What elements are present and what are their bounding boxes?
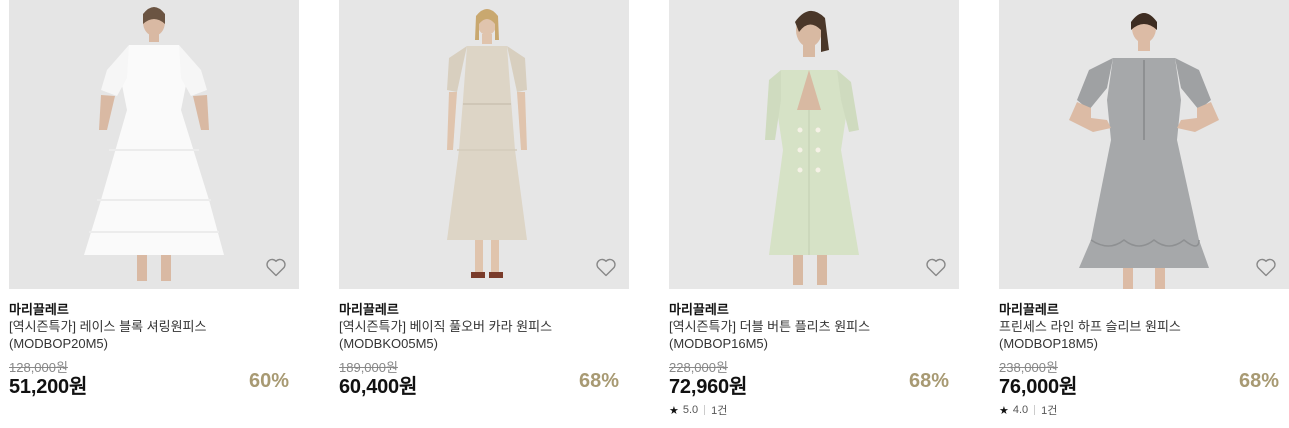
rating-score: 4.0 [1012, 404, 1029, 416]
rating-summary: ★ 5.0 1건 [669, 402, 727, 418]
wishlist-button[interactable] [924, 255, 948, 279]
discount-rate: 68% [1238, 370, 1279, 392]
brand-name: 마리끌레르 [999, 302, 1059, 317]
star-icon: ★ [999, 404, 1009, 417]
heart-outline-icon [1256, 258, 1276, 277]
sale-price: 76,000원 [999, 376, 1078, 398]
star-icon: ★ [669, 404, 679, 417]
product-image[interactable] [999, 0, 1289, 289]
brand-name: 마리끌레르 [669, 302, 729, 317]
heart-outline-icon [266, 258, 286, 277]
review-count: 1건 [711, 405, 728, 417]
brand-name: 마리끌레르 [339, 302, 399, 317]
dress-photo [999, 0, 1289, 289]
divider [1034, 405, 1036, 415]
discount-rate: 68% [908, 370, 949, 392]
heart-outline-icon [926, 258, 946, 277]
heart-outline-icon [596, 258, 616, 277]
divider [704, 405, 706, 415]
product-title[interactable]: [역시즌특가] 베이직 풀오버 카라 원피스 (MODBKO05M5) [339, 318, 619, 352]
dress-photo [339, 0, 629, 289]
brand-name: 마리끌레르 [9, 302, 69, 317]
rating-score: 5.0 [682, 404, 699, 416]
rating-summary: ★ 4.0 1건 [999, 402, 1057, 418]
product-title[interactable]: [역시즌특가] 레이스 블록 셔링원피스 (MODBOP20M5) [9, 318, 289, 352]
wishlist-button[interactable] [594, 255, 618, 279]
sale-price: 60,400원 [339, 376, 418, 398]
product-card[interactable]: 마리끌레르 [역시즌특가] 베이직 풀오버 카라 원피스 (MODBKO05M5… [339, 0, 629, 428]
wishlist-button[interactable] [264, 255, 288, 279]
product-image[interactable] [9, 0, 299, 289]
discount-rate: 68% [578, 370, 619, 392]
wishlist-button[interactable] [1254, 255, 1278, 279]
product-title[interactable]: [역시즌특가] 더블 버튼 플리츠 원피스 (MODBOP16M5) [669, 318, 949, 352]
product-card[interactable]: 마리끌레르 [역시즌특가] 레이스 블록 셔링원피스 (MODBOP20M5) … [9, 0, 299, 428]
dress-photo [669, 0, 959, 289]
product-card[interactable]: 마리끌레르 [역시즌특가] 더블 버튼 플리츠 원피스 (MODBOP16M5)… [669, 0, 959, 428]
product-title[interactable]: 프린세스 라인 하프 슬리브 원피스 (MODBOP18M5) [999, 318, 1279, 352]
product-card[interactable]: 마리끌레르 프린세스 라인 하프 슬리브 원피스 (MODBOP18M5) 23… [999, 0, 1289, 428]
discount-rate: 60% [248, 370, 289, 392]
dress-photo [9, 0, 299, 289]
review-count: 1건 [1041, 405, 1058, 417]
product-image[interactable] [339, 0, 629, 289]
product-image[interactable] [669, 0, 959, 289]
sale-price: 51,200원 [9, 376, 88, 398]
product-grid: 마리끌레르 [역시즌특가] 레이스 블록 셔링원피스 (MODBOP20M5) … [0, 0, 1289, 428]
sale-price: 72,960원 [669, 376, 748, 398]
